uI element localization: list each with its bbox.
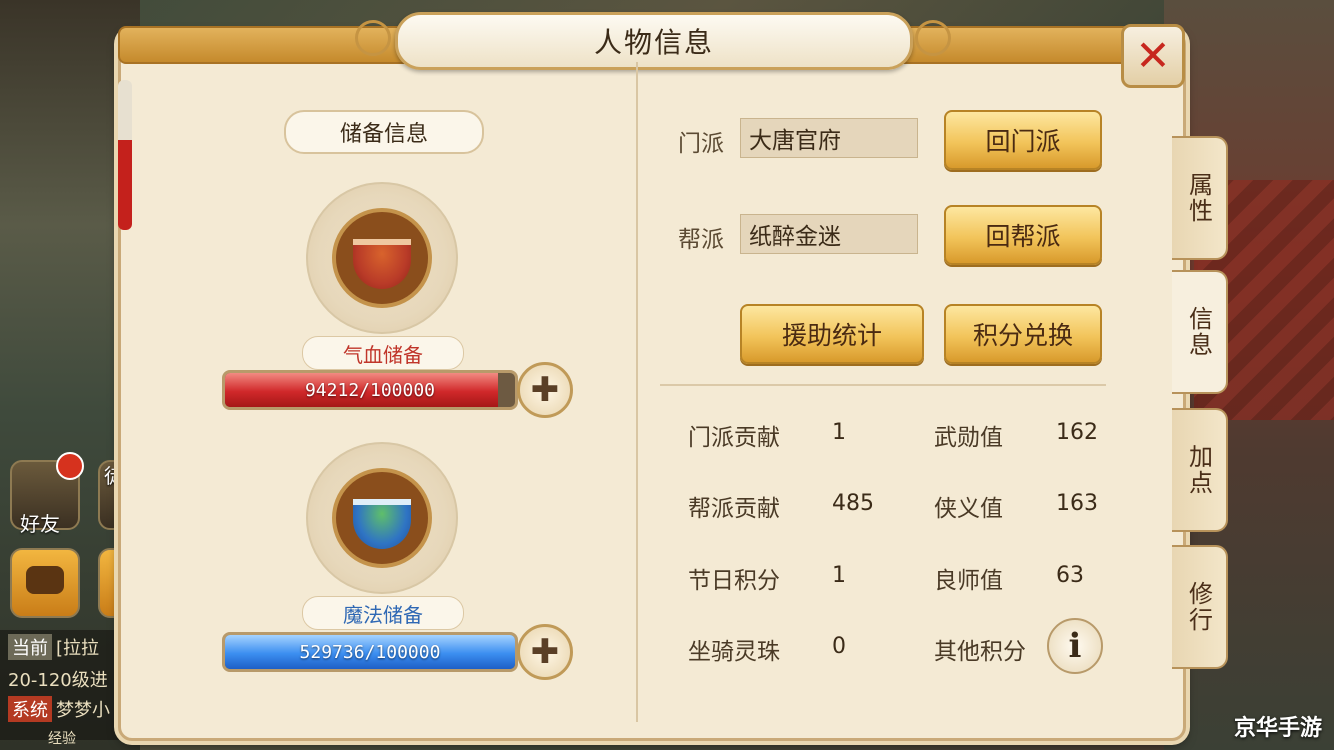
blue-soup-bowl-icon <box>353 499 411 549</box>
hp-reserve-medallion <box>306 182 458 334</box>
watermark: 京华手游 <box>1233 716 1322 741</box>
plus-icon: ✚ <box>530 370 560 410</box>
chat-line-3: 系统 梦梦小 <box>8 696 110 722</box>
sect-label: 门派 <box>678 131 724 157</box>
scroll-ornament-left <box>355 20 391 56</box>
chat-text: 20-120级进 <box>8 670 108 691</box>
stat-value: 1 <box>832 563 846 588</box>
stat-value: 63 <box>1056 563 1084 588</box>
mp-reserve-medallion <box>306 442 458 594</box>
hp-bowl-frame <box>332 208 432 308</box>
sect-value: 大唐官府 <box>740 118 918 158</box>
tab-attributes[interactable]: 属性 <box>1172 136 1228 260</box>
stat-label: 侠义值 <box>934 496 1003 522</box>
return-sect-button[interactable]: 回门派 <box>944 110 1102 170</box>
stat-label: 节日积分 <box>688 568 780 594</box>
mp-reserve-bar: 529736/100000 <box>222 632 518 672</box>
friends-label: 好友 <box>20 512 60 536</box>
stat-value: 162 <box>1056 420 1098 445</box>
stat-value: 485 <box>832 491 874 516</box>
plus-icon: ✚ <box>530 632 560 672</box>
chat-text: [拉拉 <box>56 638 100 659</box>
guild-value: 纸醉金迷 <box>740 214 918 254</box>
add-hp-reserve-button[interactable]: ✚ <box>517 362 573 418</box>
tab-add-points[interactable]: 加点 <box>1172 408 1228 532</box>
chat-button[interactable] <box>10 548 80 618</box>
tab-label: 信息 <box>1184 306 1213 358</box>
tab-cultivation[interactable]: 修行 <box>1172 545 1228 669</box>
stat-label: 良师值 <box>934 568 1003 594</box>
chat-text: 梦梦小 <box>56 700 110 721</box>
stat-value: 163 <box>1056 491 1098 516</box>
column-divider <box>636 62 638 722</box>
tab-label: 修行 <box>1184 581 1213 633</box>
red-soup-bowl-icon <box>353 239 411 289</box>
close-icon: ✕ <box>1135 31 1171 80</box>
assist-stats-button[interactable]: 援助统计 <box>740 304 924 364</box>
chat-tag-current: 当前 <box>8 634 52 660</box>
page-title: 人物信息 <box>593 26 714 59</box>
mp-reserve-value: 529736/100000 <box>299 641 441 663</box>
exp-label: 经验 <box>48 731 76 747</box>
stats-divider <box>660 384 1106 386</box>
chat-line-1: 当前 [拉拉 <box>8 634 99 660</box>
hp-reserve-value: 94212/100000 <box>304 379 436 401</box>
hp-reserve-label: 气血储备 <box>302 336 464 370</box>
stat-label: 门派贡献 <box>688 425 780 451</box>
stat-label: 其他积分 <box>934 639 1026 665</box>
stat-value: 0 <box>832 634 846 659</box>
points-exchange-button[interactable]: 积分兑换 <box>944 304 1102 364</box>
tab-label: 属性 <box>1184 172 1213 224</box>
return-guild-button[interactable]: 回帮派 <box>944 205 1102 265</box>
chat-bubble-icon <box>26 566 64 594</box>
other-points-info-button[interactable]: i <box>1047 618 1103 674</box>
scroll-ornament-right <box>915 20 951 56</box>
add-mp-reserve-button[interactable]: ✚ <box>517 624 573 680</box>
chat-tag-system: 系统 <box>8 696 52 722</box>
stat-label: 帮派贡献 <box>688 496 780 522</box>
notification-dot <box>56 452 84 480</box>
mp-reserve-label: 魔法储备 <box>302 596 464 630</box>
stat-label: 坐骑灵珠 <box>688 639 780 665</box>
hp-reserve-bar: 94212/100000 <box>222 370 518 410</box>
tab-label: 加点 <box>1184 444 1213 496</box>
stat-value: 1 <box>832 420 846 445</box>
mp-bowl-frame <box>332 468 432 568</box>
title-plate: 人物信息 <box>395 12 913 70</box>
reserve-section-title: 储备信息 <box>284 110 484 154</box>
stat-label: 武勋值 <box>934 425 1003 451</box>
info-icon: i <box>1068 626 1082 666</box>
tab-info[interactable]: 信息 <box>1172 270 1228 394</box>
chat-line-2: 20-120级进 <box>8 666 108 692</box>
guild-label: 帮派 <box>678 227 724 253</box>
tassel-ornament <box>118 80 132 230</box>
close-button[interactable]: ✕ <box>1121 24 1185 88</box>
